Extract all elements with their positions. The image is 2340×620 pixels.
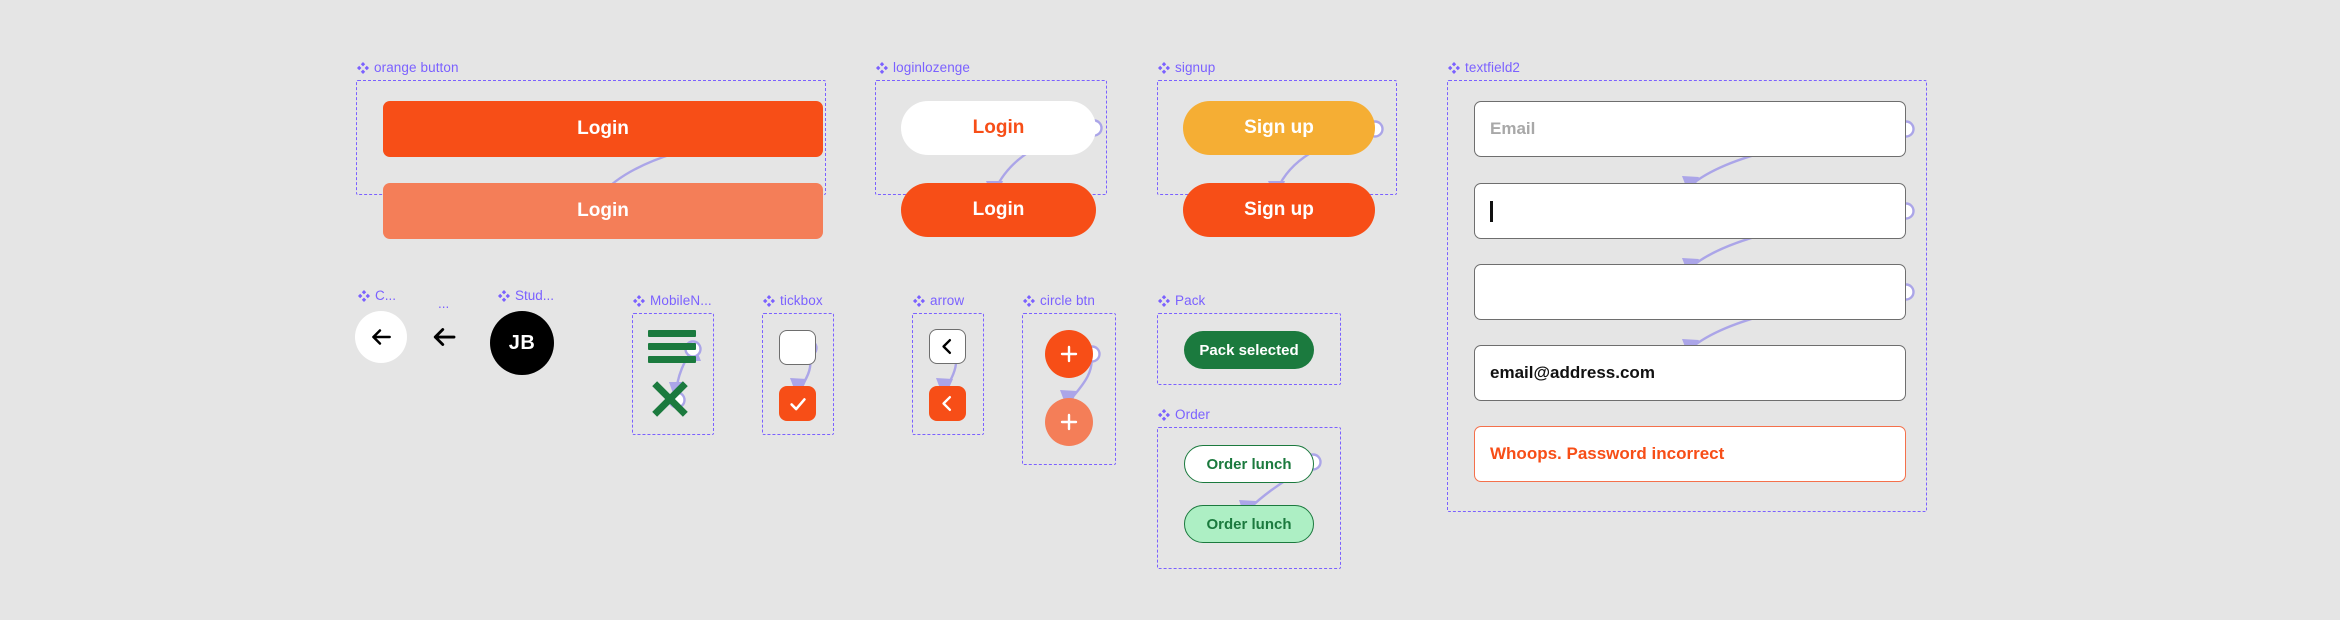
email-field-placeholder[interactable]: Email <box>1474 101 1906 157</box>
frame-label-student[interactable]: Stud... <box>498 288 554 303</box>
frame-label-text: loginlozenge <box>893 60 971 75</box>
component-diamond-icon <box>913 294 925 307</box>
chevron-button-default[interactable] <box>929 329 966 364</box>
frame-label-text: Order <box>1175 407 1211 422</box>
component-diamond-icon <box>1448 61 1460 74</box>
frame-label-textfield2[interactable]: textfield2 <box>1448 60 1520 75</box>
signup-button-pressed[interactable]: Sign up <box>1183 183 1375 237</box>
frame-pack: Pack Pack selected <box>1157 293 1341 385</box>
login-button-default[interactable]: Login <box>383 101 823 157</box>
login-lozenge-default[interactable]: Login <box>901 101 1096 155</box>
frame-label-text: circle btn <box>1040 293 1096 308</box>
email-field-error[interactable]: Whoops. Password incorrect <box>1474 426 1906 482</box>
frame-tickbox: tickbox <box>762 293 834 435</box>
component-diamond-icon <box>1023 294 1035 307</box>
email-field-filled[interactable]: email@address.com <box>1474 345 1906 401</box>
checkbox-checked[interactable] <box>779 386 816 421</box>
frame-circle-btn: circle btn <box>1022 293 1116 465</box>
frame-label-signup[interactable]: signup <box>1158 60 1215 75</box>
add-button-pressed[interactable] <box>1045 398 1093 446</box>
frame-label-circle-btn[interactable]: circle btn <box>1023 293 1095 308</box>
frame-label-close-button[interactable]: C... <box>358 288 396 303</box>
email-field-focused[interactable] <box>1474 183 1906 239</box>
add-button-default[interactable] <box>1045 330 1093 378</box>
login-button-pressed[interactable]: Login <box>383 183 823 239</box>
figma-canvas: orange button Login Login loginlozenge L… <box>0 0 2340 620</box>
frame-label-loginlozenge[interactable]: loginlozenge <box>876 60 970 75</box>
component-diamond-icon <box>357 61 369 74</box>
chevron-button-pressed[interactable] <box>929 386 966 421</box>
frame-label-text: Stud... <box>515 288 555 303</box>
chevron-left-icon <box>942 338 952 355</box>
plus-icon <box>1060 413 1078 431</box>
text-caret <box>1490 200 1493 222</box>
email-field-empty[interactable] <box>1474 264 1906 320</box>
component-diamond-icon <box>1158 408 1170 421</box>
frame-label-pack[interactable]: Pack <box>1158 293 1205 308</box>
frame-arrow: arrow <box>912 293 984 435</box>
frame-orange-button: orange button Login Login <box>356 60 826 239</box>
frame-label-text: C... <box>375 288 397 303</box>
component-diamond-icon <box>1158 61 1170 74</box>
pack-selected-button[interactable]: Pack selected <box>1184 331 1314 369</box>
order-lunch-pressed[interactable]: Order lunch <box>1184 505 1314 543</box>
hamburger-bar <box>648 330 696 337</box>
frame-label-mobile-nav[interactable]: MobileN... <box>633 293 712 308</box>
arrow-left-icon <box>372 329 391 345</box>
chevron-left-icon <box>942 395 952 412</box>
frame-label-order[interactable]: Order <box>1158 407 1210 422</box>
frame-label-back-arrow[interactable]: ... <box>438 296 449 311</box>
avatar[interactable]: JB <box>490 311 554 375</box>
back-arrow-icon-button[interactable] <box>425 322 463 352</box>
component-diamond-icon <box>1158 294 1170 307</box>
plus-icon <box>1060 345 1078 363</box>
order-lunch-default[interactable]: Order lunch <box>1184 445 1314 483</box>
frame-label-text: orange button <box>374 60 459 75</box>
frame-label-text: arrow <box>930 293 965 308</box>
frame-label-text: signup <box>1175 60 1216 75</box>
checkbox-unchecked[interactable] <box>779 330 816 365</box>
frame-label-text: Pack <box>1175 293 1206 308</box>
frame-label-orange-button[interactable]: orange button <box>357 60 459 75</box>
frame-label-text: MobileN... <box>650 293 712 308</box>
frame-textfield2: textfield2 Email email@address.com Whoop… <box>1447 60 1927 512</box>
frame-label-text: tickbox <box>780 293 823 308</box>
login-lozenge-pressed[interactable]: Login <box>901 183 1096 237</box>
hamburger-bar <box>648 343 696 350</box>
hamburger-bar <box>648 356 696 363</box>
component-diamond-icon <box>633 294 645 307</box>
frame-label-tickbox[interactable]: tickbox <box>763 293 823 308</box>
close-x-icon[interactable] <box>647 376 693 422</box>
frame-order: Order Order lunch Order lunch <box>1157 407 1341 569</box>
component-diamond-icon <box>498 289 510 302</box>
back-button-circle[interactable] <box>355 311 407 363</box>
component-diamond-icon <box>358 289 370 302</box>
hamburger-menu-icon[interactable] <box>648 330 696 364</box>
check-icon <box>789 397 806 410</box>
component-diamond-icon <box>876 61 888 74</box>
frame-mobile-nav: MobileN... <box>632 293 714 435</box>
component-diamond-icon <box>763 294 775 307</box>
signup-button-default[interactable]: Sign up <box>1183 101 1375 155</box>
frame-label-text: textfield2 <box>1465 60 1521 75</box>
frame-loginlozenge: loginlozenge Login Login <box>875 60 1107 237</box>
arrow-left-icon <box>433 328 456 346</box>
frame-label-arrow[interactable]: arrow <box>913 293 964 308</box>
frame-signup: signup Sign up Sign up <box>1157 60 1397 237</box>
